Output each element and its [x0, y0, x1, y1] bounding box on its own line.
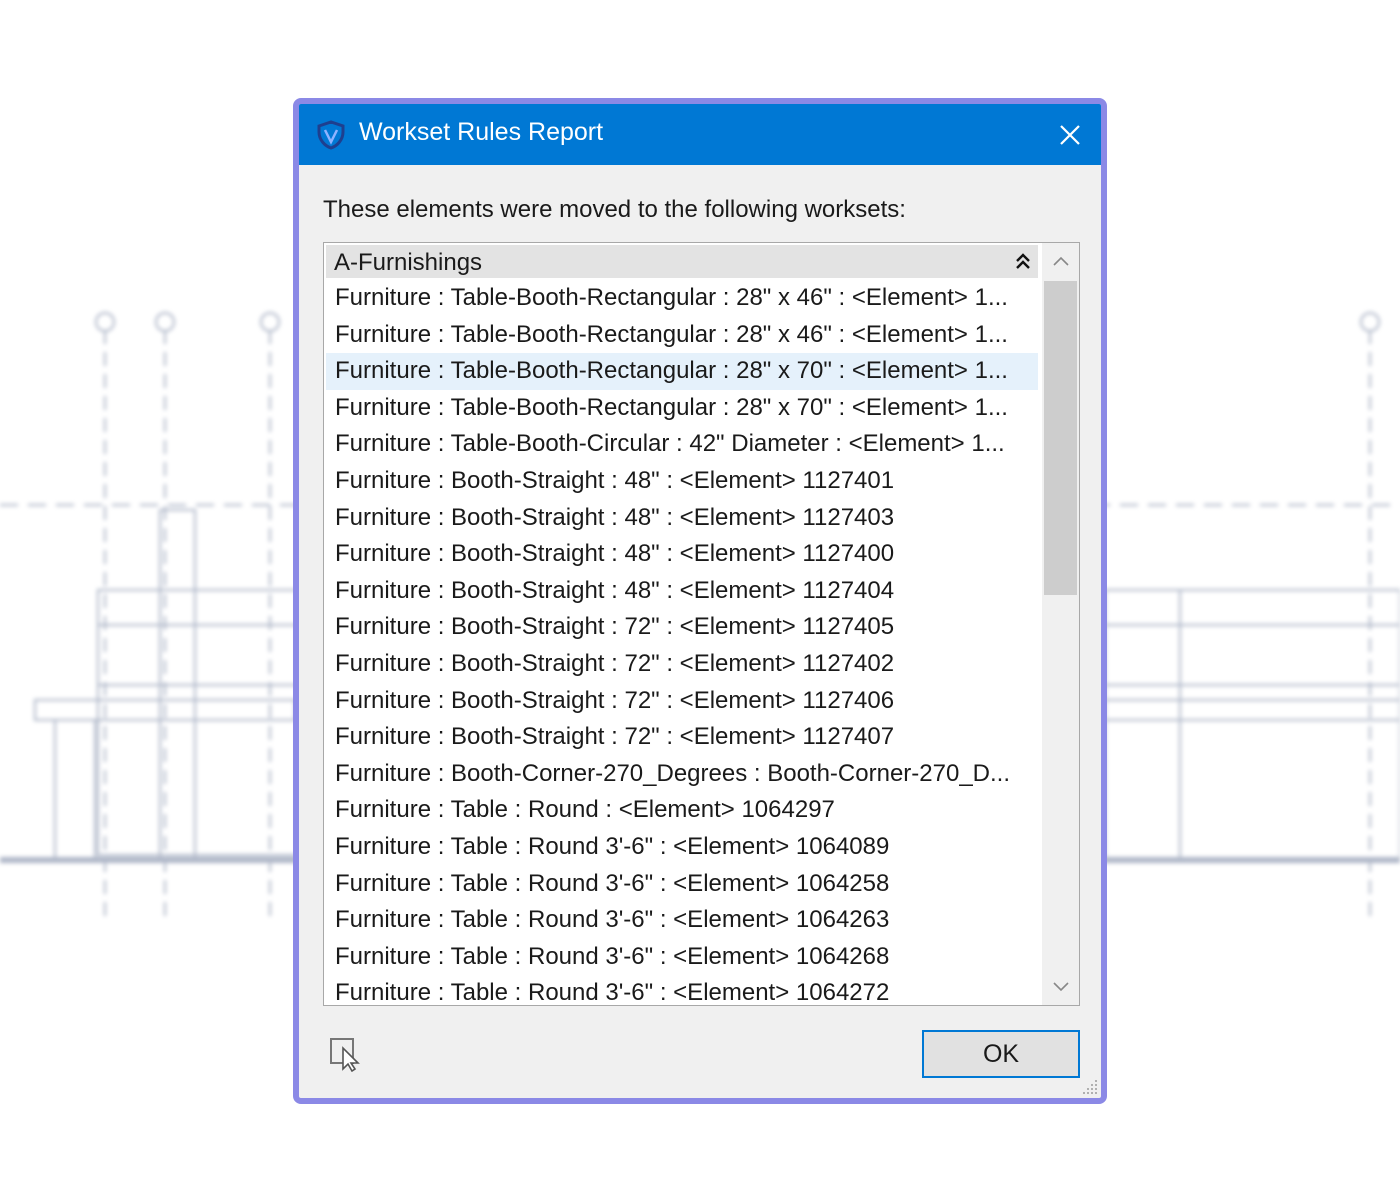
workset-group-label: A-Furnishings — [334, 249, 483, 276]
scroll-down-button[interactable] — [1042, 969, 1079, 1005]
list-item[interactable]: Furniture : Booth-Straight : 48" : <Elem… — [326, 573, 1038, 610]
workset-group-header[interactable]: A-Furnishings — [326, 245, 1038, 278]
list-item[interactable]: Furniture : Table : Round 3'-6" : <Eleme… — [326, 902, 1038, 939]
vertical-scrollbar[interactable] — [1042, 243, 1079, 1005]
collapse-double-chevron-icon[interactable] — [1012, 251, 1034, 273]
report-message: These elements were moved to the followi… — [323, 196, 906, 223]
list-item[interactable]: Furniture : Table-Booth-Rectangular : 28… — [326, 390, 1038, 427]
title-bar[interactable]: Workset Rules Report — [299, 104, 1101, 165]
list-item[interactable]: Furniture : Booth-Straight : 72" : <Elem… — [326, 719, 1038, 756]
list-item[interactable]: Furniture : Booth-Straight : 48" : <Elem… — [326, 463, 1038, 500]
list-item[interactable]: Furniture : Booth-Straight : 48" : <Elem… — [326, 536, 1038, 573]
list-item[interactable]: Furniture : Table-Booth-Rectangular : 28… — [326, 317, 1038, 354]
chevron-up-icon — [1052, 256, 1069, 266]
close-icon — [1060, 124, 1080, 145]
ok-button[interactable]: OK — [922, 1030, 1080, 1078]
app-logo-icon — [317, 120, 345, 150]
list-rows: Furniture : Table-Booth-Rectangular : 28… — [326, 280, 1038, 1005]
list-item[interactable]: Furniture : Table-Booth-Circular : 42" D… — [326, 426, 1038, 463]
list-item[interactable]: Furniture : Booth-Straight : 48" : <Elem… — [326, 500, 1038, 537]
resize-grip-icon[interactable] — [1079, 1076, 1099, 1096]
list-item[interactable]: Furniture : Booth-Straight : 72" : <Elem… — [326, 683, 1038, 720]
list-item[interactable]: Furniture : Table : Round : <Element> 10… — [326, 792, 1038, 829]
list-item[interactable]: Furniture : Table : Round 3'-6" : <Eleme… — [326, 829, 1038, 866]
select-element-icon[interactable] — [329, 1036, 365, 1072]
scrollbar-thumb[interactable] — [1044, 281, 1077, 595]
list-item[interactable]: Furniture : Table : Round 3'-6" : <Eleme… — [326, 975, 1038, 1005]
list-item[interactable]: Furniture : Table : Round 3'-6" : <Eleme… — [326, 939, 1038, 976]
moved-elements-list[interactable]: A-Furnishings Furniture : Table-Booth-Re… — [323, 242, 1080, 1006]
list-item[interactable]: Furniture : Table-Booth-Rectangular : 28… — [326, 353, 1038, 390]
list-item[interactable]: Furniture : Table : Round 3'-6" : <Eleme… — [326, 866, 1038, 903]
list-item[interactable]: Furniture : Table-Booth-Rectangular : 28… — [326, 280, 1038, 317]
scroll-up-button[interactable] — [1042, 243, 1079, 279]
chevron-down-icon — [1052, 982, 1069, 992]
close-button[interactable] — [1039, 104, 1101, 165]
workset-rules-report-dialog: Workset Rules Report These elements were… — [293, 98, 1107, 1104]
list-item[interactable]: Furniture : Booth-Straight : 72" : <Elem… — [326, 646, 1038, 683]
window-title: Workset Rules Report — [359, 118, 604, 146]
list-item[interactable]: Furniture : Booth-Straight : 72" : <Elem… — [326, 609, 1038, 646]
list-item[interactable]: Furniture : Booth-Corner-270_Degrees : B… — [326, 756, 1038, 793]
